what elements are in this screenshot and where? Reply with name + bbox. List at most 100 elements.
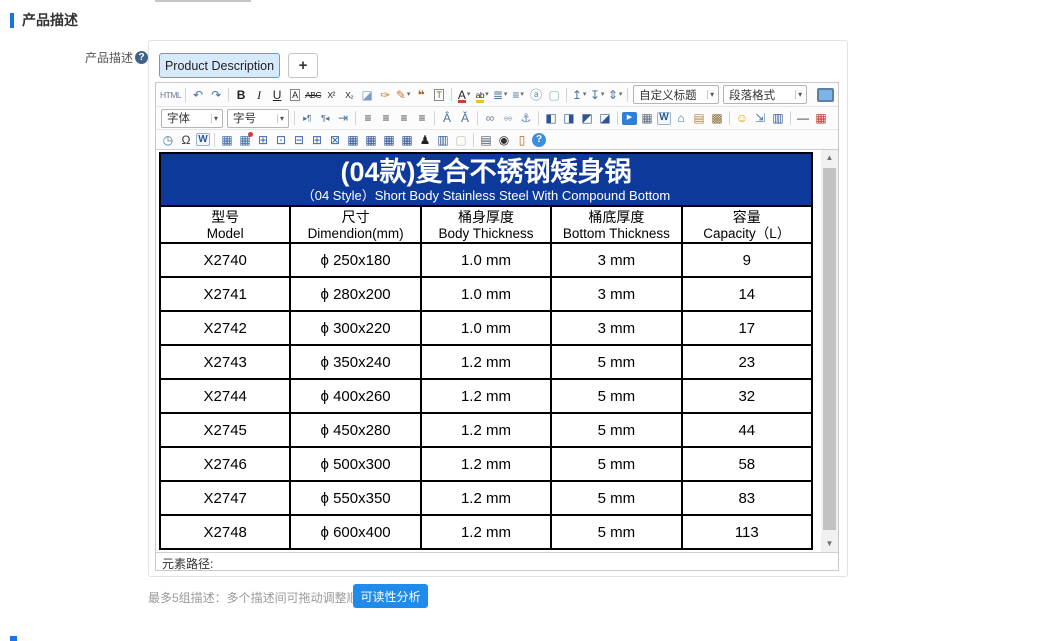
format-painter-icon[interactable]: ✑ (377, 86, 393, 103)
columns-icon[interactable]: ▥ (770, 110, 786, 127)
film-icon[interactable]: ▦ (639, 110, 655, 127)
line-spacing-icon[interactable]: ↧▾ (589, 86, 605, 103)
anchor-name-icon[interactable]: ⓐ (528, 86, 544, 103)
image-icon[interactable]: ▩ (709, 110, 725, 127)
table-cell[interactable]: ϕ 250x180 (290, 243, 420, 277)
table-cell[interactable]: X2745 (160, 413, 290, 447)
table-cell[interactable]: 9 (682, 243, 812, 277)
table-cell[interactable]: ϕ 500x300 (290, 447, 420, 481)
table-cell[interactable]: 1.0 mm (421, 277, 551, 311)
table-cell[interactable]: X2743 (160, 345, 290, 379)
table-cell[interactable]: 23 (682, 345, 812, 379)
table-cell[interactable]: 1.2 mm (421, 481, 551, 515)
table-cell[interactable]: 32 (682, 379, 812, 413)
scroll-up-icon[interactable]: ▲ (821, 150, 838, 166)
table-cell[interactable]: ϕ 350x240 (290, 345, 420, 379)
column-header[interactable]: 桶底厚度Bottom Thickness (551, 206, 681, 243)
table-cell[interactable]: 1.0 mm (421, 243, 551, 277)
undo-icon[interactable]: ↶ (190, 86, 206, 103)
merge-cells-icon[interactable]: ▦ (381, 131, 397, 148)
superscript-icon[interactable]: X² (323, 86, 339, 103)
page-break-icon[interactable]: ⇲ (752, 110, 768, 127)
indent-left-icon[interactable]: ◧ (543, 110, 559, 127)
margin-left-icon[interactable]: ◩ (579, 110, 595, 127)
table-cell[interactable]: X2740 (160, 243, 290, 277)
custom-heading-select[interactable]: 自定义标题▾ (633, 85, 719, 104)
table-cell[interactable]: 1.2 mm (421, 447, 551, 481)
highlight-color-icon[interactable]: ab▾ (474, 86, 490, 103)
upload-icon[interactable]: ⌂ (673, 110, 689, 127)
font-color-icon[interactable]: A▾ (456, 86, 472, 103)
table-cell[interactable]: 58 (682, 447, 812, 481)
readability-analysis-button[interactable]: 可读性分析 (353, 584, 428, 608)
table-cell[interactable]: ϕ 400x260 (290, 379, 420, 413)
word-image-icon[interactable]: W (196, 133, 210, 146)
fullscreen-icon[interactable] (817, 88, 834, 102)
vertical-scrollbar[interactable]: ▲ ▼ (821, 150, 838, 552)
subscript-icon[interactable]: X₂ (341, 86, 357, 103)
history-icon[interactable]: ◷ (160, 131, 176, 148)
uppercase-icon[interactable]: Â (439, 110, 455, 127)
column-header[interactable]: 容量Capacity（L） (682, 206, 812, 243)
unlink-icon[interactable]: ∞ (500, 110, 516, 127)
clipboard-icon[interactable]: ▯ (514, 131, 530, 148)
merge-down-icon[interactable]: ▦ (363, 131, 379, 148)
letter-spacing-icon[interactable]: ⇕▾ (607, 86, 623, 103)
table-cell[interactable]: 5 mm (551, 447, 681, 481)
special-char-icon[interactable]: Ω (178, 131, 194, 148)
column-header[interactable]: 桶身厚度Body Thickness (421, 206, 551, 243)
print-icon[interactable]: ▤ (478, 131, 494, 148)
unordered-list-icon[interactable]: ≡▾ (510, 86, 526, 103)
table-cell[interactable]: X2741 (160, 277, 290, 311)
indent-right-icon[interactable]: ◨ (561, 110, 577, 127)
link-icon[interactable]: ∞ (482, 110, 498, 127)
table-cell[interactable]: 83 (682, 481, 812, 515)
table-cell[interactable]: 14 (682, 277, 812, 311)
table-cell[interactable]: 3 mm (551, 277, 681, 311)
table-cell[interactable]: ϕ 450x280 (290, 413, 420, 447)
paint-format-icon[interactable]: ✎▾ (395, 86, 411, 103)
underline-icon[interactable]: U (269, 86, 285, 103)
scroll-down-icon[interactable]: ▼ (821, 536, 838, 552)
table-cell[interactable]: X2746 (160, 447, 290, 481)
word-import-icon[interactable]: W (657, 112, 671, 125)
table-cell[interactable]: 5 mm (551, 379, 681, 413)
ordered-list-icon[interactable]: ≣▾ (492, 86, 508, 103)
rtl-paragraph-icon[interactable]: ¶◂ (317, 110, 333, 127)
table-cell[interactable]: X2748 (160, 515, 290, 549)
table-cell[interactable]: 17 (682, 311, 812, 345)
delete-row-icon[interactable]: ⊠ (327, 131, 343, 148)
char-border-icon[interactable]: A (287, 86, 303, 103)
table-cell[interactable]: 1.2 mm (421, 345, 551, 379)
table-cell[interactable]: ϕ 280x200 (290, 277, 420, 311)
table-cell[interactable]: ϕ 550x350 (290, 481, 420, 515)
table-cell[interactable]: 5 mm (551, 413, 681, 447)
emoticon-icon[interactable]: ☺ (734, 110, 750, 127)
paste-as-text-icon[interactable]: T (431, 86, 447, 103)
insert-table-icon[interactable]: ▦ (219, 131, 235, 148)
html-source-icon[interactable]: HTML (160, 86, 181, 103)
merge-right-icon[interactable]: ▦ (345, 131, 361, 148)
table-properties-icon[interactable]: ⊞ (255, 131, 271, 148)
editor-content[interactable]: (04款)复合不锈钢矮身锅 （04 Style）Short Body Stain… (156, 150, 821, 552)
video-icon[interactable]: ▶ (622, 112, 637, 125)
help-icon[interactable]: ? (135, 51, 148, 64)
align-justify-icon[interactable]: ≡ (414, 110, 430, 127)
editor-help-icon[interactable]: ? (532, 133, 546, 147)
eraser-icon[interactable]: ◪ (359, 86, 375, 103)
table-cell[interactable]: X2742 (160, 311, 290, 345)
table-title-cell[interactable]: (04款)复合不锈钢矮身锅 （04 Style）Short Body Stain… (160, 153, 812, 206)
first-line-indent-icon[interactable]: ⇥ (335, 110, 351, 127)
table-cell[interactable]: X2744 (160, 379, 290, 413)
ltr-paragraph-icon[interactable]: ▸¶ (299, 110, 315, 127)
table-cell[interactable]: 5 mm (551, 481, 681, 515)
lowercase-icon[interactable]: Ǎ (457, 110, 473, 127)
split-cells-icon[interactable]: ▦ (399, 131, 415, 148)
strikethrough-icon[interactable]: ABC (305, 86, 321, 103)
paste-cell-icon[interactable]: ▢ (453, 131, 469, 148)
margin-top-icon[interactable]: ◪ (597, 110, 613, 127)
table-cell[interactable]: 3 mm (551, 311, 681, 345)
italic-icon[interactable]: I (251, 86, 267, 103)
column-width-icon[interactable]: ▥ (435, 131, 451, 148)
blockquote-icon[interactable]: ❝ (413, 86, 429, 103)
